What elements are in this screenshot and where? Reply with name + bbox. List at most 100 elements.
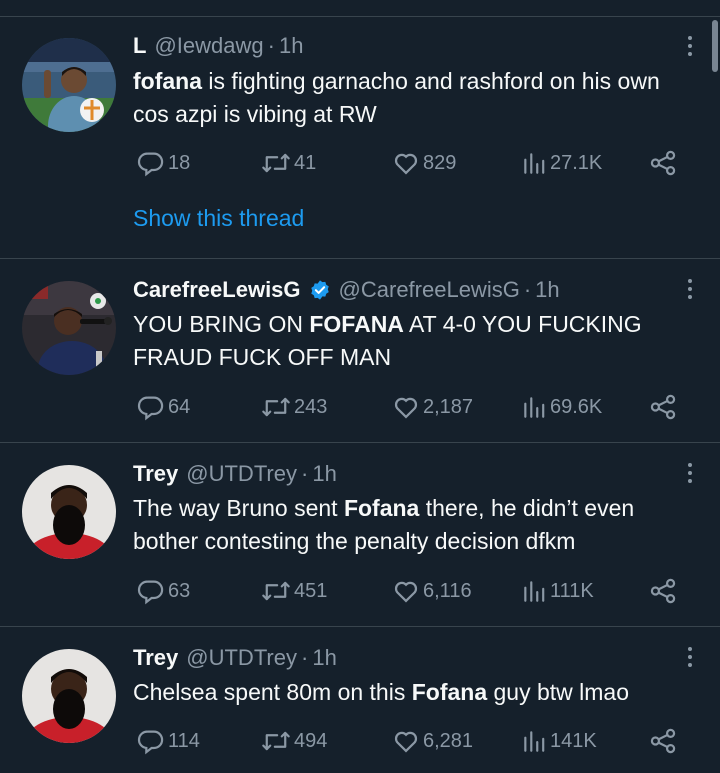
views-button[interactable]: 141K [521,727,597,755]
tweet-text: The way Bruno sent Fofana there, he didn… [133,492,693,558]
like-button[interactable]: 829 [392,149,456,177]
views-icon [521,393,547,421]
separator-dot: · [301,461,309,486]
tweet-1[interactable]: L @Iewdawg · 1h fofana is fighting garna… [0,0,720,258]
reply-count: 18 [168,151,191,174]
views-icon [521,727,547,755]
avatar[interactable] [22,281,116,375]
retweet-count: 41 [294,151,317,174]
verified-badge-icon [310,280,329,300]
timestamp[interactable]: 1h [279,32,303,60]
tweet-actions: 18 41 829 27.1K [133,149,678,179]
user-handle[interactable]: @UTDTrey [186,644,297,672]
more-options-icon[interactable] [686,647,694,671]
reply-count: 114 [168,729,200,752]
timestamp[interactable]: 1h [312,644,336,672]
views-icon [521,577,547,605]
share-icon [649,577,677,605]
views-button[interactable]: 69.6K [521,393,602,421]
reply-button[interactable]: 18 [137,149,190,177]
retweet-icon [261,577,291,605]
share-button[interactable] [649,577,677,605]
view-count: 69.6K [550,395,603,418]
tweet-text-rest: is fighting garnacho and rashford on his… [133,68,660,127]
user-handle[interactable]: @Iewdawg [154,32,263,60]
like-button[interactable]: 6,281 [392,727,473,755]
more-options-icon[interactable] [686,36,694,60]
tweet-3[interactable]: Trey @UTDTrey · 1h The way Bruno sent Fo… [0,443,720,626]
display-name[interactable]: L [133,32,146,60]
retweet-button[interactable]: 494 [261,727,327,755]
show-thread-link[interactable]: Show this thread [133,205,304,232]
tweet-text: fofana is fighting garnacho and rashford… [133,65,693,131]
avatar[interactable] [22,38,116,132]
retweet-icon [261,149,291,177]
tweet-text: Chelsea spent 80m on this Fofana guy btw… [133,676,693,709]
retweet-count: 494 [294,729,328,752]
like-button[interactable]: 6,116 [392,577,472,605]
heart-icon [392,393,420,421]
retweet-icon [261,727,291,755]
reply-button[interactable]: 114 [137,727,200,755]
share-button[interactable] [649,393,677,421]
user-handle[interactable]: @CarefreeLewisG [339,276,520,304]
highlighted-keyword: Fofana [411,679,488,705]
retweet-button[interactable]: 243 [261,393,327,421]
tweet-actions: 114 494 6,281 141K [133,727,678,757]
heart-icon [392,727,420,755]
like-button[interactable]: 2,187 [392,393,473,421]
user-handle[interactable]: @UTDTrey [186,460,297,488]
avatar[interactable] [22,649,116,743]
tweet-2[interactable]: CarefreeLewisG @CarefreeLewisG · 1h YOU … [0,259,720,442]
retweet-count: 243 [294,395,328,418]
reply-button[interactable]: 64 [137,393,190,421]
avatar[interactable] [22,465,116,559]
like-count: 6,116 [423,579,472,602]
separator-dot: · [267,33,275,58]
timestamp[interactable]: 1h [312,460,336,488]
view-count: 111K [550,579,594,602]
retweet-count: 451 [294,579,328,602]
reply-count: 63 [168,579,191,602]
tweet-text-rest: guy btw lmao [487,679,630,705]
retweet-icon [261,393,291,421]
reply-icon [137,149,165,177]
tweet-actions: 63 451 6,116 111K [133,577,678,607]
more-options-icon[interactable] [686,463,694,487]
heart-icon [392,149,420,177]
tweet-text: YOU BRING ON FOFANA AT 4-0 YOU FUCKING F… [133,308,683,374]
like-count: 829 [423,151,457,174]
views-button[interactable]: 111K [521,577,594,605]
share-icon [649,149,677,177]
heart-icon [392,577,420,605]
display-name[interactable]: Trey [133,460,178,488]
highlighted-keyword: fofana [133,68,202,94]
like-count: 2,187 [423,395,474,418]
retweet-button[interactable]: 41 [261,149,316,177]
reply-icon [137,393,165,421]
reply-icon [137,727,165,755]
views-button[interactable]: 27.1K [521,149,602,177]
view-count: 141K [550,729,597,752]
display-name[interactable]: Trey [133,644,178,672]
display-name[interactable]: CarefreeLewisG [133,276,301,304]
like-count: 6,281 [423,729,474,752]
separator-dot: · [301,645,309,670]
reply-button[interactable]: 63 [137,577,190,605]
share-icon [649,393,677,421]
reply-count: 64 [168,395,191,418]
tweet-4[interactable]: Trey @UTDTrey · 1h Chelsea spent 80m on … [0,627,720,773]
highlighted-keyword: FOFANA [309,311,404,337]
views-icon [521,149,547,177]
share-button[interactable] [649,149,677,177]
highlighted-keyword: Fofana [343,495,420,521]
tweet-text-pre: The way Bruno sent [133,495,344,521]
timestamp[interactable]: 1h [535,276,559,304]
share-icon [649,727,677,755]
share-button[interactable] [649,727,677,755]
reply-icon [137,577,165,605]
retweet-button[interactable]: 451 [261,577,327,605]
more-options-icon[interactable] [686,279,694,303]
tweet-actions: 64 243 2,187 69.6K [133,393,678,423]
view-count: 27.1K [550,151,603,174]
